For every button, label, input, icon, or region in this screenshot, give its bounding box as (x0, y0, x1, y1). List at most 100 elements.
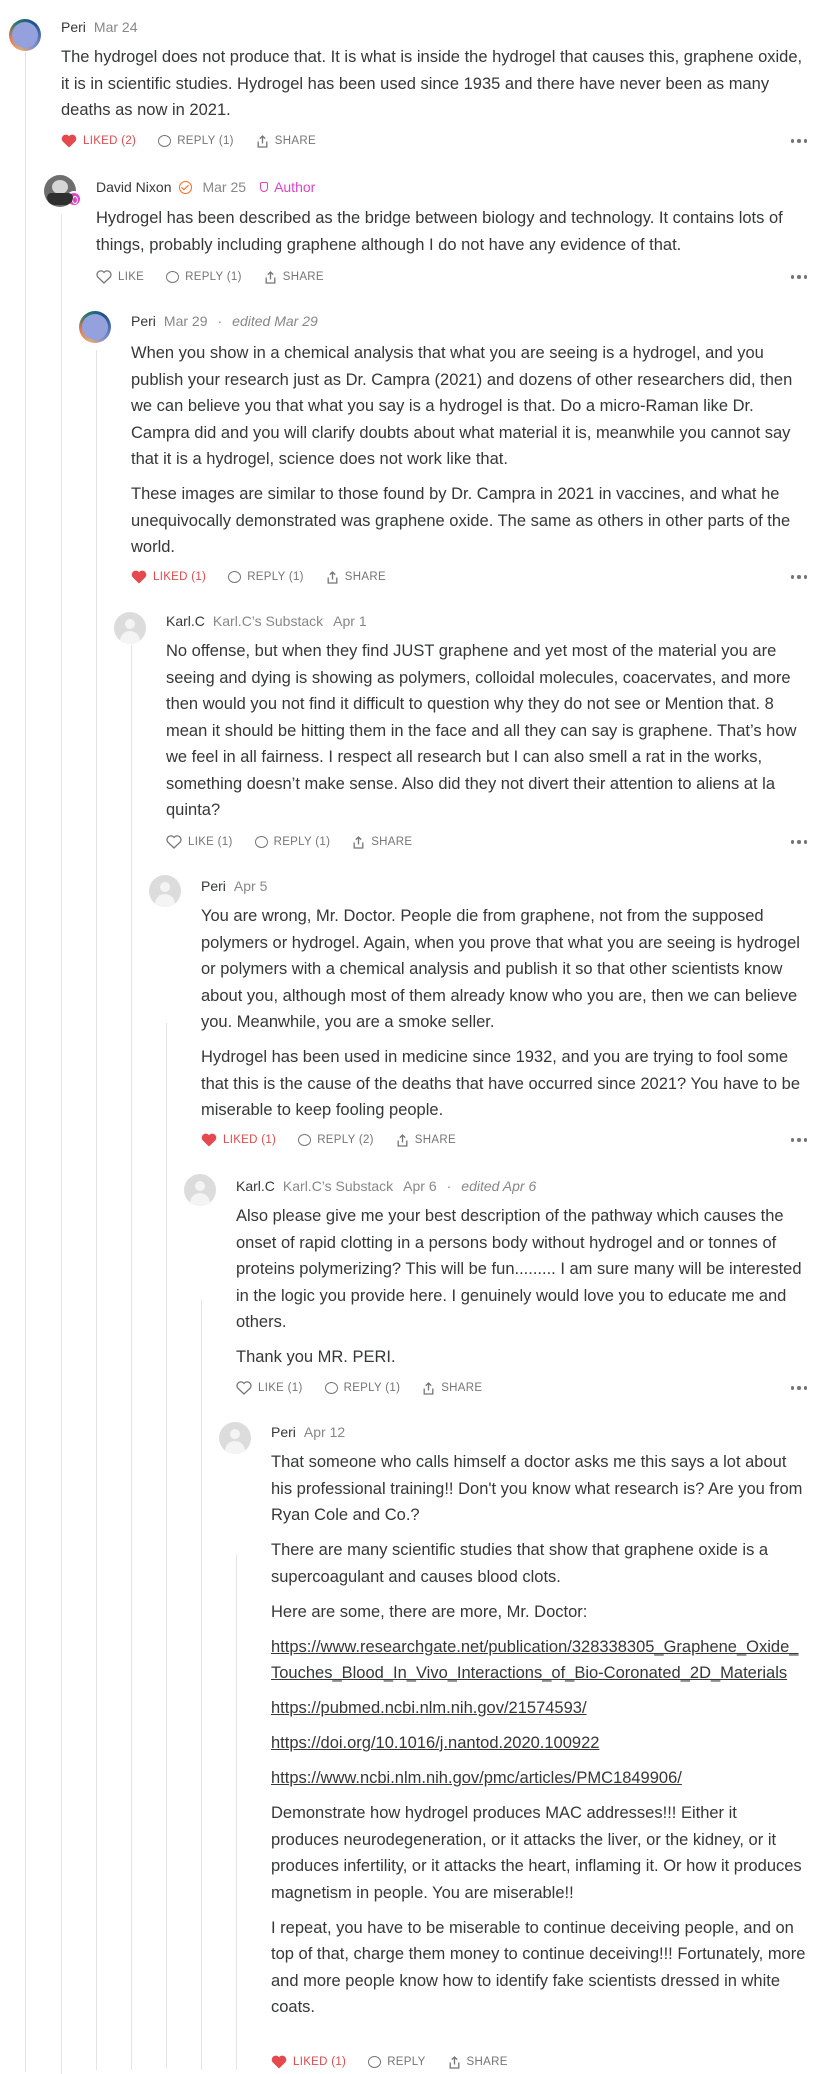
share-button[interactable]: SHARE (352, 835, 412, 849)
comment-date[interactable]: Apr 1 (333, 613, 366, 629)
reply-button[interactable]: REPLY (1) (228, 571, 304, 583)
more-options-icon[interactable] (790, 1378, 807, 1398)
like-button[interactable]: LIKED (1) (271, 2055, 346, 2069)
author-name[interactable]: Peri (131, 313, 156, 329)
reply-button[interactable]: REPLY (1) (166, 271, 242, 283)
more-options-icon[interactable] (790, 832, 807, 852)
like-button[interactable]: LIKE (96, 270, 144, 284)
comment: Peri Mar 24 The hydrogel does not produc… (61, 17, 807, 157)
comment-actions: LIKED (1) REPLY SHARE (271, 2052, 807, 2072)
comment-actions: LIKED (1) REPLY (2) SHARE (201, 1130, 807, 1150)
reply-icon (298, 1134, 312, 1146)
like-label: LIKE (1) (188, 836, 233, 848)
author-name[interactable]: Peri (201, 878, 226, 894)
share-button[interactable]: SHARE (422, 1381, 482, 1395)
comment-paragraph: These images are similar to those found … (131, 485, 791, 556)
reply-button[interactable]: REPLY (1) (254, 836, 331, 848)
share-button[interactable]: SHARE (448, 2055, 508, 2069)
reference-link[interactable]: https://pubmed.ncbi.nlm.nih.gov/21574593… (271, 1699, 587, 1717)
avatar[interactable] (114, 612, 146, 644)
publication-name[interactable]: Karl.C’s Substack (213, 613, 323, 629)
reference-link[interactable]: https://www.ncbi.nlm.nih.gov/pmc/article… (271, 1769, 682, 1787)
share-icon (423, 1381, 434, 1395)
like-button[interactable]: LIKE (1) (236, 1381, 303, 1395)
reply-button[interactable]: REPLY (2) (298, 1134, 374, 1146)
more-options-icon[interactable] (790, 1130, 807, 1150)
heart-icon (131, 570, 147, 584)
comment-meta: Peri Apr 12 (271, 1422, 345, 1442)
avatar[interactable] (44, 175, 82, 207)
share-button[interactable]: SHARE (264, 270, 324, 284)
like-button[interactable]: LIKED (2) (61, 134, 136, 148)
comment-paragraph: Thank you MR. PERI. (236, 1348, 396, 1366)
comment: Peri Apr 12 That someone who calls himse… (271, 1422, 807, 2072)
avatar[interactable] (184, 1174, 216, 1206)
comment-body: When you show in a chemical analysis tha… (131, 340, 807, 569)
author-name[interactable]: David Nixon (96, 179, 171, 195)
publication-name[interactable]: Karl.C’s Substack (283, 1178, 393, 1194)
comment-paragraph: There are many scientific studies that s… (271, 1541, 769, 1586)
comment-meta: Peri Apr 5 (201, 876, 267, 896)
share-label: SHARE (466, 2056, 508, 2068)
reply-button[interactable]: REPLY (1) (324, 1382, 401, 1394)
heart-icon (201, 1133, 217, 1147)
share-label: SHARE (282, 271, 324, 283)
avatar[interactable] (79, 311, 111, 343)
comment-body: The hydrogel does not produce that. It i… (61, 44, 807, 132)
reply-button[interactable]: REPLY (1) (158, 135, 234, 147)
author-name[interactable]: Karl.C (236, 1178, 275, 1194)
author-name[interactable]: Peri (61, 19, 86, 35)
like-button[interactable]: LIKED (1) (131, 570, 206, 584)
share-button[interactable]: SHARE (256, 134, 316, 148)
comment-body: That someone who calls himself a doctor … (271, 1449, 807, 2029)
comment-paragraph: Also please give me your best descriptio… (236, 1207, 802, 1331)
reply-icon (254, 836, 268, 848)
share-button[interactable]: SHARE (326, 570, 386, 584)
more-options-icon[interactable] (790, 267, 807, 287)
share-button[interactable]: SHARE (396, 1133, 456, 1147)
avatar[interactable] (9, 19, 41, 51)
reply-button[interactable]: REPLY (368, 2056, 425, 2068)
share-icon (353, 835, 364, 849)
comment-paragraph: Here are some, there are more, Mr. Docto… (271, 1602, 588, 1621)
comment-body: You are wrong, Mr. Doctor. People die fr… (201, 903, 807, 1132)
reply-label: REPLY (387, 2056, 426, 2068)
author-name[interactable]: Peri (271, 1424, 296, 1440)
author-text: Author (274, 179, 316, 195)
reference-link[interactable]: https://doi.org/10.1016/j.nantod.2020.10… (271, 1734, 599, 1752)
more-options-icon[interactable] (790, 131, 807, 151)
comment-paragraph: Hydrogel has been used in medicine since… (201, 1048, 801, 1119)
author-name[interactable]: Karl.C (166, 613, 205, 629)
share-icon (327, 570, 338, 584)
comment-date[interactable]: Mar 24 (94, 19, 138, 35)
comment-date[interactable]: Apr 5 (234, 878, 267, 894)
thread-line (236, 1555, 237, 2070)
share-icon (449, 2055, 459, 2069)
avatar[interactable] (149, 875, 181, 907)
avatar[interactable] (219, 1422, 251, 1454)
heart-icon (271, 2055, 287, 2069)
comment-date[interactable]: Mar 29 (164, 313, 208, 329)
like-button[interactable]: LIKED (1) (201, 1133, 276, 1147)
comment-date[interactable]: Apr 6 (403, 1178, 436, 1194)
reply-label: REPLY (2) (317, 1134, 374, 1146)
reply-icon (368, 2056, 382, 2068)
author-badge-icon (66, 191, 82, 207)
reference-link[interactable]: https://www.researchgate.net/publication… (271, 1638, 798, 1683)
comment: Karl.C Karl.C’s Substack Apr 1 No offens… (166, 611, 807, 856)
comment: David Nixon Mar 25 Author Hydrogel has b… (96, 177, 807, 287)
thread-line (61, 214, 62, 2074)
reply-label: REPLY (1) (185, 271, 242, 283)
like-label: LIKED (1) (153, 571, 207, 583)
pen-icon (260, 182, 269, 192)
like-button[interactable]: LIKE (1) (166, 835, 233, 849)
comment-actions: LIKED (2) REPLY (1) SHARE (61, 131, 807, 151)
comment-paragraph: Hydrogel has been described as the bridg… (96, 209, 783, 254)
like-label: LIKED (1) (293, 2056, 347, 2068)
comment-date[interactable]: Mar 25 (202, 179, 246, 195)
more-options-icon[interactable] (790, 567, 807, 587)
comment-actions: LIKE REPLY (1) SHARE (96, 267, 807, 287)
heart-icon (96, 270, 112, 284)
comment-paragraph: That someone who calls himself a doctor … (271, 1453, 803, 1524)
comment-date[interactable]: Apr 12 (304, 1424, 345, 1440)
